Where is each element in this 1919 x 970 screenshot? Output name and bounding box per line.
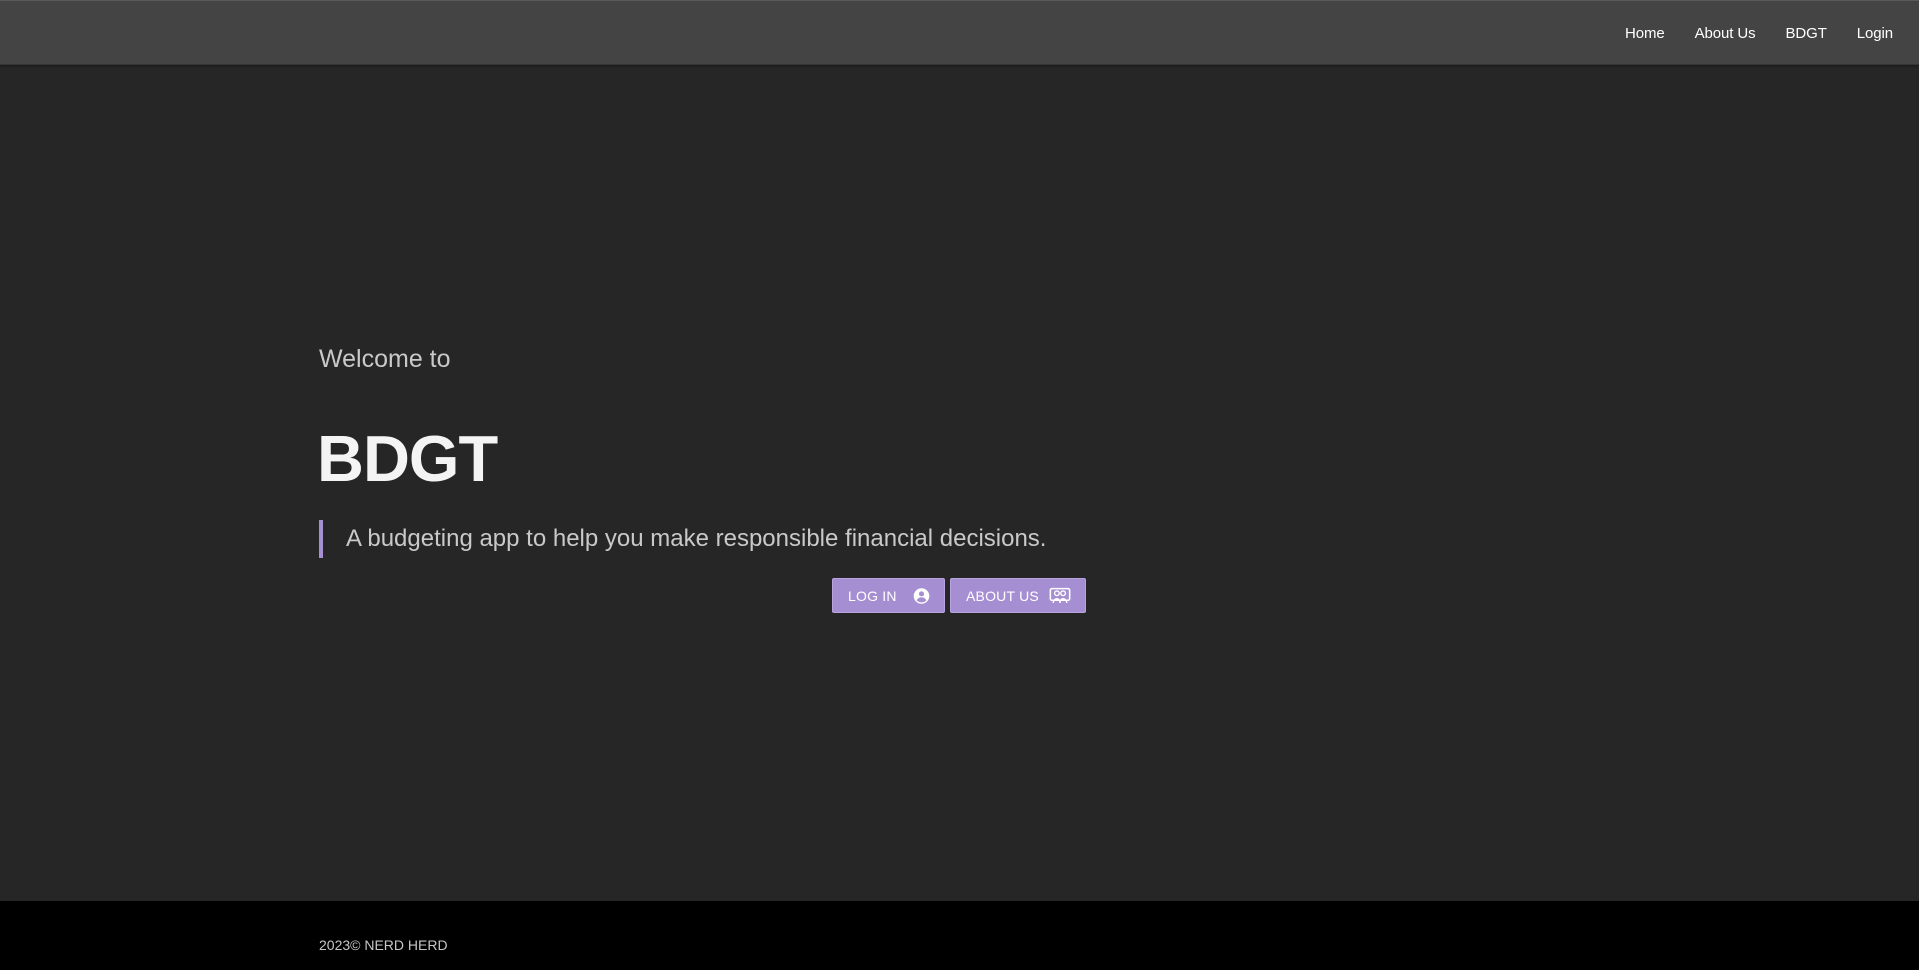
about-us-button[interactable]: ABOUT US [950,578,1086,613]
account-circle-icon [913,587,930,604]
login-button-label: LOG IN [848,587,897,604]
nav-link-about-us[interactable]: About Us [1695,25,1756,42]
nav-link-bdgt[interactable]: BDGT [1786,25,1827,42]
welcome-text: Welcome to [319,345,451,373]
nav-links: Home About Us BDGT Login [1595,1,1893,66]
nav-link-login[interactable]: Login [1857,25,1893,42]
about-us-button-label: ABOUT US [966,587,1039,604]
footer: 2023© NERD HERD [0,901,1919,970]
copyright-text: 2023© NERD HERD [319,937,448,953]
top-navbar: Home About Us BDGT Login [0,0,1919,65]
login-button[interactable]: LOG IN [832,578,945,613]
people-card-icon [1049,587,1071,604]
tagline: A budgeting app to help you make respons… [319,520,1046,558]
nav-link-home[interactable]: Home [1625,25,1665,42]
page-title: BDGT [317,422,498,495]
